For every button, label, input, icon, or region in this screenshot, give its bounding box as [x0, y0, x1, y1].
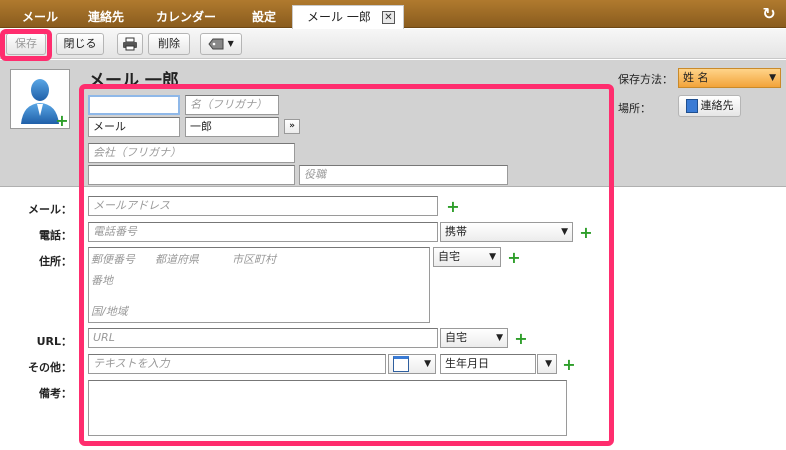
location-label: 場所：	[618, 102, 651, 115]
add-photo-icon[interactable]: +	[55, 113, 69, 129]
printer-icon	[123, 37, 137, 51]
phone-label: 電話：	[39, 229, 72, 242]
tab-settings[interactable]: 設定	[248, 6, 280, 28]
notes-label: 備考：	[39, 387, 72, 400]
print-button[interactable]	[117, 33, 143, 55]
email-label: メール：	[28, 203, 72, 216]
close-icon[interactable]: ✕	[382, 11, 395, 24]
tab-mail[interactable]: メール	[18, 6, 62, 28]
save-as-select[interactable]: 姓 名 ▼	[678, 68, 781, 88]
location-value: 連絡先	[700, 99, 734, 112]
save-as-value: 姓 名	[683, 71, 709, 84]
tab-calendar[interactable]: カレンダー	[152, 6, 220, 28]
tab-contact-edit[interactable]: メール 一郎 ✕	[292, 5, 404, 29]
location-button[interactable]: 連絡先	[678, 95, 741, 117]
other-label: その他：	[28, 361, 72, 374]
chevron-down-icon: ▼	[227, 39, 234, 48]
chevron-down-icon: ▼	[769, 73, 776, 83]
highlight-save-button	[0, 29, 52, 61]
highlight-form-area	[79, 84, 614, 446]
delete-button[interactable]: 削除	[148, 33, 190, 55]
url-label: URL：	[36, 335, 72, 348]
refresh-icon[interactable]: ↻	[760, 5, 778, 23]
avatar[interactable]: +	[10, 69, 70, 129]
tab-contacts[interactable]: 連絡先	[84, 6, 128, 28]
save-as-label: 保存方法：	[618, 73, 673, 86]
close-button[interactable]: 閉じる	[56, 33, 104, 55]
tag-button[interactable]: ▼	[200, 33, 242, 55]
tag-icon	[208, 38, 224, 50]
contacts-book-icon	[685, 99, 698, 113]
address-label: 住所：	[39, 255, 72, 268]
tab-contact-edit-label: メール 一郎	[307, 10, 371, 24]
